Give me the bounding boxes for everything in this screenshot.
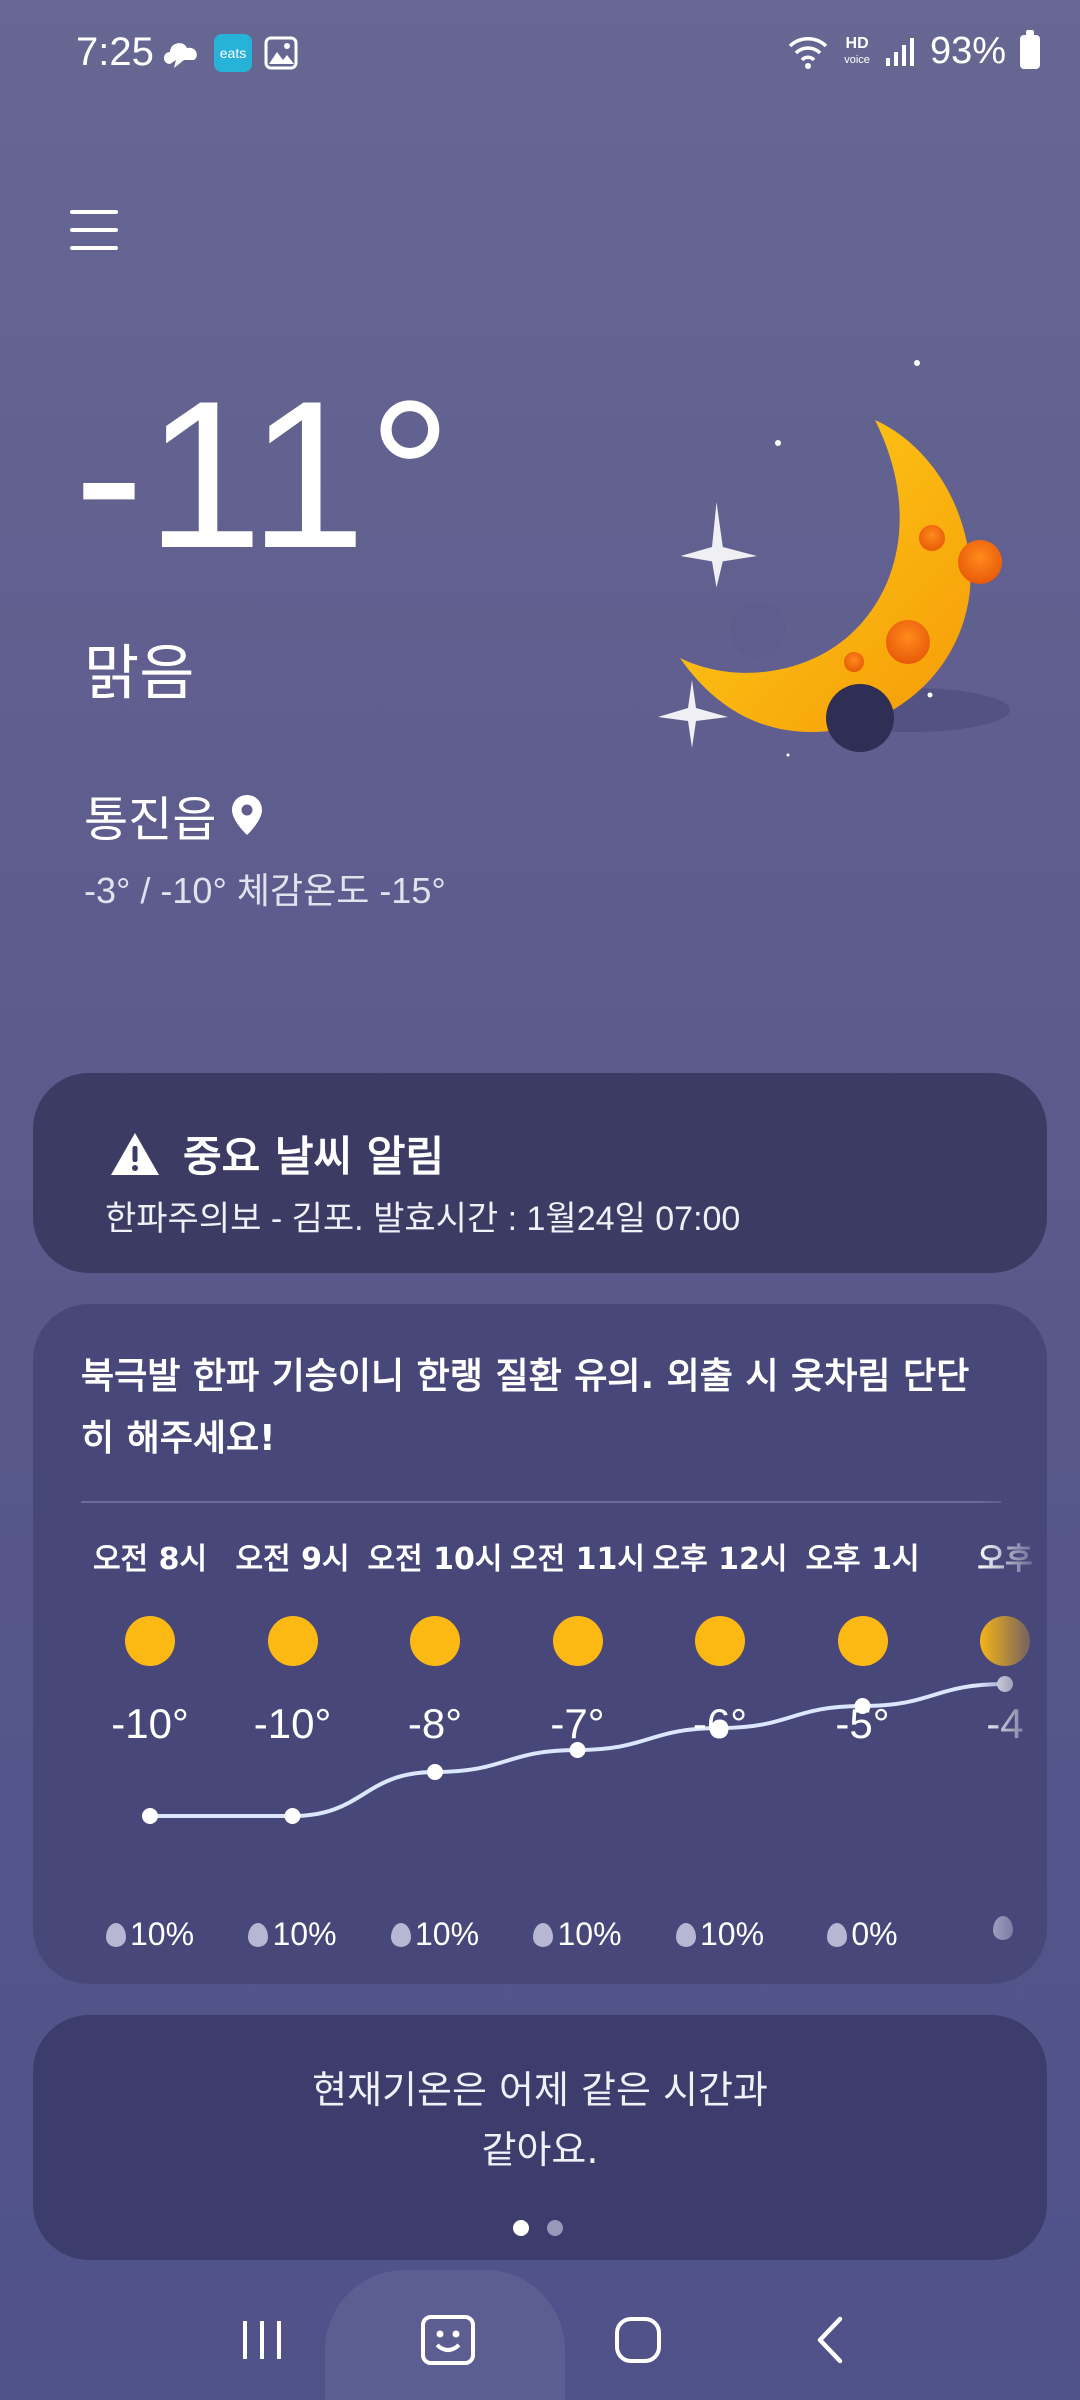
raindrop-icon — [248, 1922, 269, 1947]
home-icon — [615, 2317, 661, 2363]
hour-time: 오후 12시 — [652, 1542, 788, 1577]
location-pin-icon — [232, 795, 263, 835]
hour-time: 오전 9시 — [235, 1542, 350, 1577]
home-button[interactable] — [598, 2300, 678, 2380]
hour-temperature: -10° — [253, 1700, 332, 1747]
crescent-moon-icon — [658, 360, 1010, 757]
sun-icon — [837, 1616, 888, 1666]
hourly-forecast-card[interactable]: 북극발 한파 기승이니 한랭 질환 유의. 외출 시 옷차림 단단히 해주세요!… — [33, 1304, 1047, 1984]
raindrop-icon — [675, 1922, 696, 1947]
precipitation-value: 10% — [699, 1916, 765, 1952]
precipitation: 10% — [364, 1916, 506, 1953]
weather-alert-card[interactable]: 중요 날씨 알림 한파주의보 - 김포. 발효시간 : 1월24일 07:00 — [33, 1073, 1047, 1273]
battery-icon — [1020, 29, 1040, 69]
hour-item: 오전 9시 -10° — [222, 1534, 364, 1748]
precipitation: 10% — [222, 1916, 364, 1953]
recents-icon — [243, 2321, 281, 2359]
precipitation-value: 10% — [557, 1916, 622, 1952]
hour-temperature: -7° — [550, 1700, 605, 1747]
back-button[interactable] — [790, 2300, 870, 2380]
hour-item: 오후 1시 -5° — [792, 1534, 934, 1748]
precipitation: 10% — [507, 1916, 649, 1953]
precipitation: 10% — [79, 1916, 221, 1953]
temperature-point — [284, 1808, 301, 1824]
precipitation-value: 10% — [414, 1916, 480, 1952]
current-temperature: -11° — [74, 357, 454, 592]
bixby-button[interactable] — [408, 2300, 488, 2380]
page-dot — [547, 2220, 563, 2236]
signal-icon — [885, 37, 914, 66]
raindrop-icon — [827, 1922, 848, 1947]
alert-text: 한파주의보 - 김포. 발효시간 : 1월24일 07:00 — [105, 1200, 741, 1238]
status-bar: 7:25 eats HD voice 93% — [0, 0, 1080, 110]
hd-voice-icon: HD voice — [844, 34, 870, 66]
sun-icon — [695, 1616, 745, 1666]
precipitation-value: 10% — [272, 1916, 337, 1952]
raindrop-icon — [390, 1922, 411, 1947]
forecast-message: 북극발 한파 기승이니 한랭 질환 유의. 외출 시 옷차림 단단히 해주세요! — [81, 1356, 970, 1459]
page-indicator — [513, 2220, 563, 2236]
hour-time: 오전 11시 — [510, 1542, 645, 1577]
weather-condition: 맑음 — [84, 639, 195, 709]
hour-time: 오전 10시 — [367, 1542, 503, 1577]
page-dot — [513, 2220, 529, 2236]
hour-temperature: -5° — [835, 1700, 890, 1747]
notification-icons: eats — [160, 34, 298, 72]
battery-percent: 93% — [929, 30, 1006, 72]
gallery-icon — [264, 36, 298, 70]
precipitation-value: 0% — [851, 1916, 898, 1952]
sun-icon — [410, 1616, 460, 1666]
warning-icon — [111, 1132, 159, 1175]
sun-icon — [267, 1616, 318, 1666]
cloud-icon — [164, 43, 197, 68]
hour-item: 오전 8시 -10° — [79, 1534, 221, 1748]
raindrop-icon — [105, 1922, 126, 1947]
hour-temperature: -8° — [407, 1700, 463, 1747]
comparison-card[interactable]: 현재기온은 어제 같은 시간과 같아요. — [33, 2015, 1047, 2260]
hour-time: 오후 1시 — [805, 1542, 920, 1577]
hour-item: 오전 11시 -7° — [507, 1534, 649, 1748]
precipitation: 0% — [792, 1916, 934, 1953]
alert-title: 중요 날씨 알림 — [183, 1132, 445, 1181]
menu-button[interactable] — [70, 210, 120, 260]
sun-icon — [125, 1616, 175, 1666]
hour-item: 오후 12시 -6° — [649, 1534, 791, 1748]
temperature-range-feels-like: -3° / -10° 체감온도 -15° — [84, 870, 446, 911]
hour-temperature: -6° — [692, 1700, 748, 1747]
sun-icon — [552, 1616, 603, 1666]
navigation-bar — [0, 2270, 1080, 2400]
location[interactable]: 통진읍 — [84, 780, 263, 850]
back-icon — [817, 2316, 843, 2364]
hour-item: 오전 10시 -8° — [364, 1534, 506, 1748]
temperature-point — [427, 1764, 443, 1780]
raindrop-icon — [533, 1922, 554, 1947]
eats-app-icon: eats — [214, 34, 252, 72]
divider — [81, 1501, 1001, 1503]
temperature-point — [142, 1808, 158, 1824]
system-icons: HD voice 93% — [786, 29, 1040, 73]
hour-temperature: -10° — [111, 1700, 189, 1747]
clock: 7:25 — [76, 30, 154, 74]
hour-time: 오전 8시 — [92, 1542, 208, 1577]
recent-apps-button[interactable] — [222, 2300, 302, 2380]
smiley-icon — [421, 2315, 475, 2365]
location-name: 통진읍 — [84, 792, 217, 848]
hamburger-icon — [70, 210, 118, 214]
precipitation-value: 10% — [129, 1916, 195, 1952]
comparison-text: 현재기온은 어제 같은 시간과 같아요. — [312, 2068, 768, 2172]
precipitation: 10% — [649, 1916, 791, 1953]
hourly-forecast-list[interactable]: 오전 8시 -10° 10% 오전 9시 -10° 10% 오전 10시 -8° 10% 오전 1… — [33, 1534, 1043, 1974]
wifi-icon — [789, 36, 828, 69]
